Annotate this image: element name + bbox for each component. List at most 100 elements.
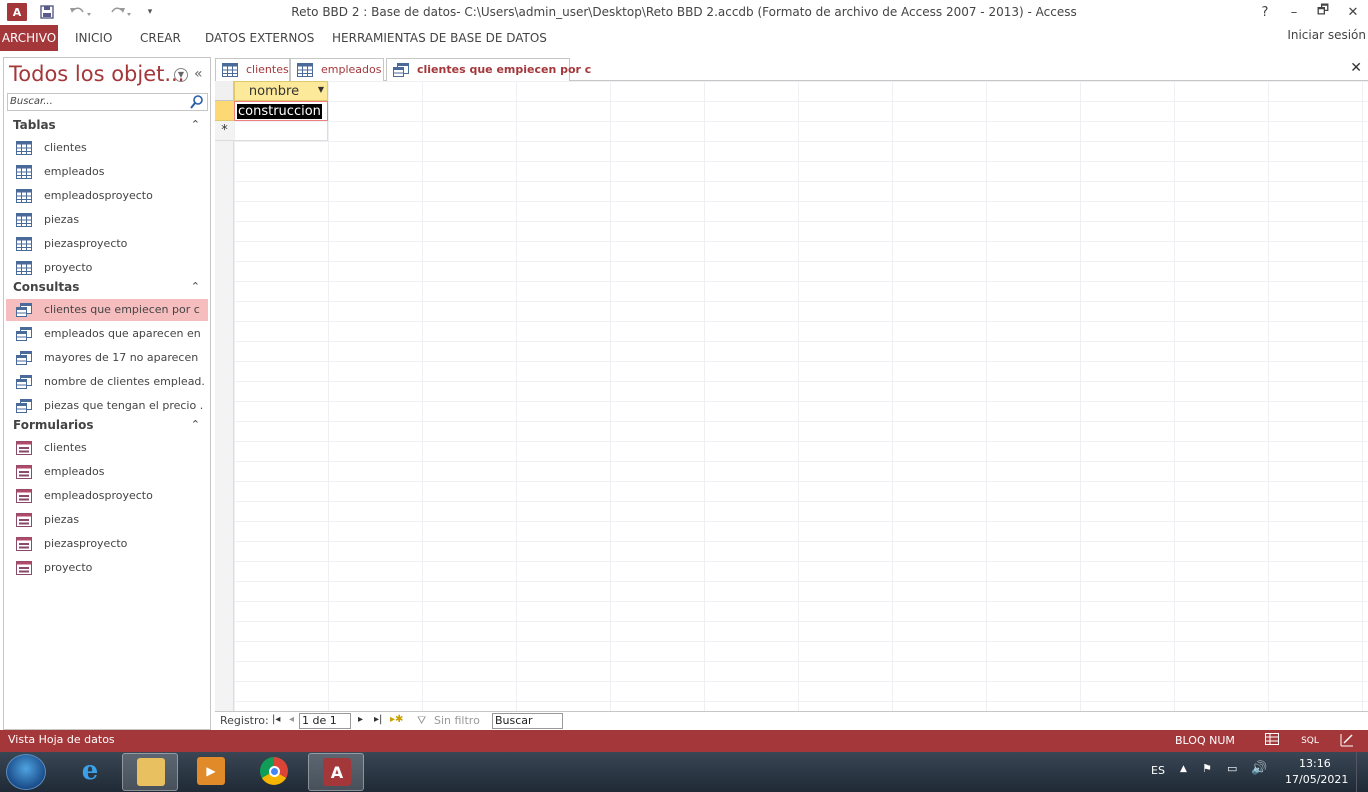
filter-status[interactable]: Sin filtro [434, 714, 480, 727]
table-icon [16, 237, 32, 251]
network-icon[interactable]: ▭ [1227, 762, 1237, 775]
nav-item[interactable]: empleados que aparecen en ... [6, 323, 208, 345]
datasheet[interactable]: nombre ▼ construccion * [215, 81, 1368, 711]
start-button-icon[interactable] [6, 754, 46, 790]
nav-item-label: piezas [44, 513, 80, 526]
record-selector-column [215, 81, 234, 711]
design-view-icon[interactable] [1339, 733, 1355, 749]
nav-group-tablas[interactable]: Tablas ⌃ [4, 116, 210, 136]
form-icon [16, 489, 32, 503]
tab-inicio[interactable]: INICIO [70, 25, 117, 51]
query-icon [393, 63, 409, 77]
nav-item[interactable]: empleadosproyecto [6, 485, 208, 507]
nav-item-label: empleadosproyecto [44, 189, 153, 202]
nav-group-formularios[interactable]: Formularios ⌃ [4, 416, 210, 436]
datasheet-view-icon[interactable] [1264, 733, 1280, 749]
action-center-icon[interactable]: ⚑ [1202, 762, 1212, 775]
nav-item[interactable]: clientes [6, 137, 208, 159]
nav-item[interactable]: empleados [6, 461, 208, 483]
current-record-field[interactable]: 1 de 1 [299, 713, 351, 729]
column-filter-arrow-icon[interactable]: ▼ [318, 85, 324, 94]
form-icon [16, 561, 32, 575]
table-icon [16, 165, 32, 179]
cell-nombre-1[interactable]: construccion [234, 101, 328, 121]
nav-item-label: empleados [44, 465, 105, 478]
table-icon [297, 63, 313, 77]
nav-item[interactable]: mayores de 17 no aparecen [6, 347, 208, 369]
restore-button[interactable]: 🗗 [1310, 2, 1336, 22]
chrome-icon [260, 757, 288, 785]
taskbar-media[interactable]: ▶ [183, 753, 239, 791]
collapse-group-icon[interactable]: ⌃ [191, 418, 200, 431]
collapse-group-icon[interactable]: ⌃ [191, 280, 200, 293]
query-icon [16, 351, 32, 365]
record-selector-current[interactable] [215, 101, 234, 121]
clock-date[interactable]: 17/05/2021 [1285, 773, 1348, 786]
taskbar-chrome[interactable] [246, 753, 302, 791]
help-button[interactable]: ? [1252, 2, 1278, 22]
tab-crear[interactable]: CREAR [135, 25, 186, 51]
nav-item[interactable]: clientes que empiecen por c [6, 299, 208, 321]
taskbar-ie[interactable]: e [62, 753, 118, 791]
nav-search-input[interactable]: Buscar... [7, 93, 208, 111]
new-record-selector[interactable]: * [215, 121, 234, 141]
nav-item[interactable]: piezasproyecto [6, 533, 208, 555]
filter-funnel-icon[interactable]: ⛛ [417, 714, 426, 728]
previous-record-icon[interactable]: ◂ [289, 714, 294, 725]
nav-item-label: piezas [44, 213, 80, 226]
nav-group-label: Tablas [13, 118, 56, 132]
nav-item[interactable]: nombre de clientes emplead... [6, 371, 208, 393]
nav-item[interactable]: empleadosproyecto [6, 185, 208, 207]
form-icon [16, 465, 32, 479]
search-field[interactable]: Buscar [492, 713, 563, 729]
taskbar-access[interactable]: A [308, 753, 364, 791]
tray-expand-icon[interactable]: ▲ [1180, 764, 1187, 774]
nav-item[interactable]: proyecto [6, 257, 208, 279]
last-record-icon[interactable]: ▸| [374, 714, 382, 725]
volume-icon[interactable]: 🔊 [1251, 761, 1267, 776]
nav-item[interactable]: empleados [6, 161, 208, 183]
nav-item[interactable]: piezas [6, 509, 208, 531]
doc-tab-label: clientes [246, 63, 289, 76]
search-icon[interactable] [189, 94, 205, 110]
doc-tab-empleados[interactable]: empleados [290, 58, 384, 81]
collapse-group-icon[interactable]: ⌃ [191, 118, 200, 131]
clock-time[interactable]: 13:16 [1299, 757, 1331, 770]
doc-tab-clientes-query[interactable]: clientes que empiecen por c [386, 58, 591, 82]
first-record-icon[interactable]: |◂ [272, 714, 280, 725]
next-record-icon[interactable]: ▸ [358, 714, 363, 725]
close-document-icon[interactable]: ✕ [1350, 60, 1362, 76]
nav-item[interactable]: proyecto [6, 557, 208, 579]
tab-archivo[interactable]: ARCHIVO [0, 25, 58, 51]
tab-herramientas[interactable]: HERRAMIENTAS DE BASE DE DATOS [327, 25, 552, 51]
minimize-button[interactable]: – [1281, 2, 1307, 22]
nav-item[interactable]: clientes [6, 437, 208, 459]
nav-menu-dropdown-icon[interactable]: ▼ [174, 68, 188, 82]
new-record-icon[interactable]: ▸✱ [390, 714, 403, 725]
ribbon-tabs: ARCHIVO INICIO CREAR DATOS EXTERNOS HERR… [0, 25, 1368, 53]
table-icon [16, 261, 32, 275]
nav-item[interactable]: piezas [6, 209, 208, 231]
nav-group-consultas[interactable]: Consultas ⌃ [4, 278, 210, 298]
new-record-cell[interactable] [234, 121, 328, 141]
language-indicator[interactable]: ES [1151, 764, 1165, 777]
show-desktop-button[interactable] [1356, 752, 1368, 792]
close-window-button[interactable]: ✕ [1340, 2, 1366, 22]
select-all-corner[interactable] [215, 81, 234, 101]
collapse-pane-icon[interactable]: « [194, 66, 203, 82]
doc-tab-clientes[interactable]: clientes [215, 58, 290, 81]
record-navigation-bar: Registro: |◂ ◂ 1 de 1 ▸ ▸| ▸✱ ⛛ Sin filt… [215, 711, 1368, 730]
nav-item[interactable]: piezasproyecto [6, 233, 208, 255]
nav-title[interactable]: Todos los objet... [9, 62, 184, 86]
signin-link[interactable]: Iniciar sesión [1287, 28, 1366, 42]
nav-item-label: clientes que empiecen por c [44, 303, 200, 316]
taskbar-explorer[interactable] [122, 753, 178, 791]
form-icon [16, 513, 32, 527]
access-app-icon: A [323, 758, 351, 786]
nav-item[interactable]: piezas que tengan el precio ... [6, 395, 208, 417]
nav-item-label: piezasproyecto [44, 537, 128, 550]
sql-view-icon[interactable]: SQL [1300, 733, 1320, 749]
tab-datos-externos[interactable]: DATOS EXTERNOS [200, 25, 319, 51]
nav-item-label: mayores de 17 no aparecen [44, 351, 199, 364]
column-header-nombre[interactable]: nombre ▼ [234, 81, 328, 101]
